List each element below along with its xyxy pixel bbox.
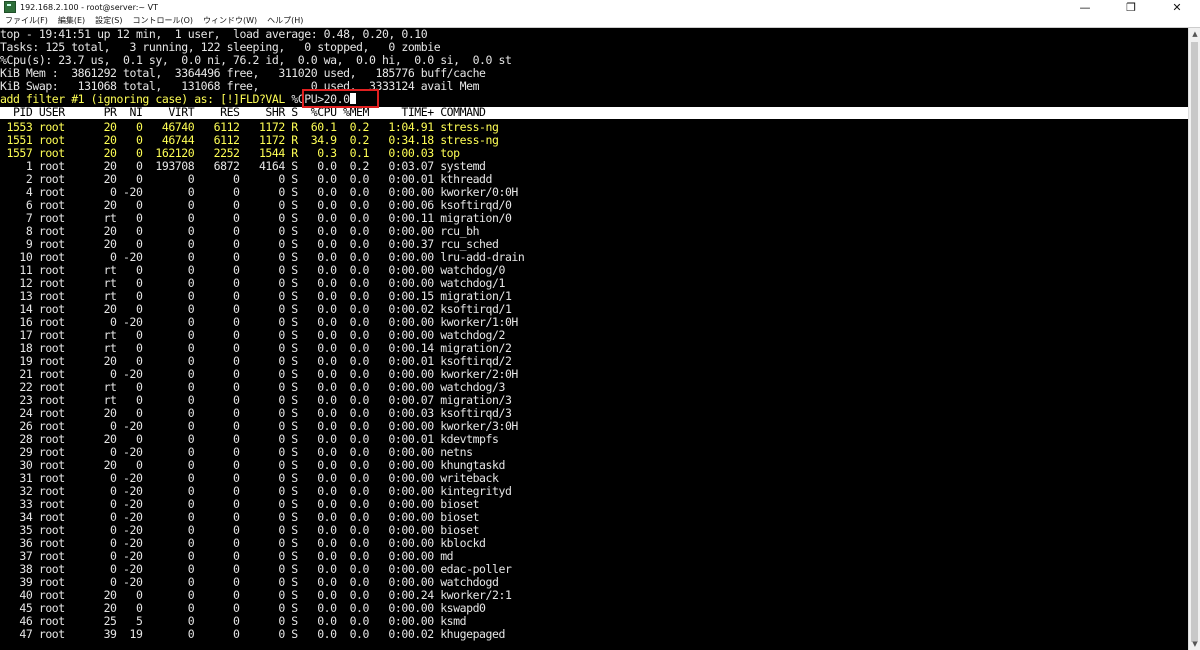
terminal-app-icon xyxy=(4,1,16,13)
process-row: 47 root 39 19 0 0 0 S 0.0 0.0 0:00.02 kh… xyxy=(0,627,505,641)
menu-window[interactable]: ウィンドウ(W) xyxy=(198,15,262,26)
filter-highlight-box xyxy=(302,89,379,108)
restore-icon[interactable]: ❐ xyxy=(1108,0,1154,14)
minimize-icon[interactable]: — xyxy=(1062,0,1108,14)
filter-prompt: add filter #1 (ignoring case) as: [!]FLD… xyxy=(0,92,292,106)
window-title: 192.168.2.100 - root@server:~ VT xyxy=(20,2,159,12)
scroll-down-icon[interactable]: ▼ xyxy=(1189,638,1200,650)
menu-edit[interactable]: 編集(E) xyxy=(53,15,90,26)
menu-control[interactable]: コントロール(O) xyxy=(127,15,198,26)
menu-file[interactable]: ファイル(F) xyxy=(0,15,53,26)
window-titlebar[interactable]: 192.168.2.100 - root@server:~ VT — ❐ ✕ xyxy=(0,0,1200,14)
column-header: PID USER PR NI VIRT RES SHR S %CPU %MEM … xyxy=(0,105,486,119)
scroll-up-icon[interactable]: ▲ xyxy=(1189,28,1200,40)
close-icon[interactable]: ✕ xyxy=(1154,0,1200,14)
scrollbar-thumb[interactable] xyxy=(1191,42,1198,642)
menu-help[interactable]: ヘルプ(H) xyxy=(262,15,308,26)
menu-settings[interactable]: 設定(S) xyxy=(90,15,127,26)
menu-bar: ファイル(F) 編集(E) 設定(S) コントロール(O) ウィンドウ(W) ヘ… xyxy=(0,14,1200,28)
terminal-screen[interactable]: top - 19:41:51 up 12 min, 1 user, load a… xyxy=(0,28,1188,650)
vertical-scrollbar[interactable]: ▲ ▼ xyxy=(1188,28,1200,650)
window-controls: — ❐ ✕ xyxy=(1062,0,1200,14)
